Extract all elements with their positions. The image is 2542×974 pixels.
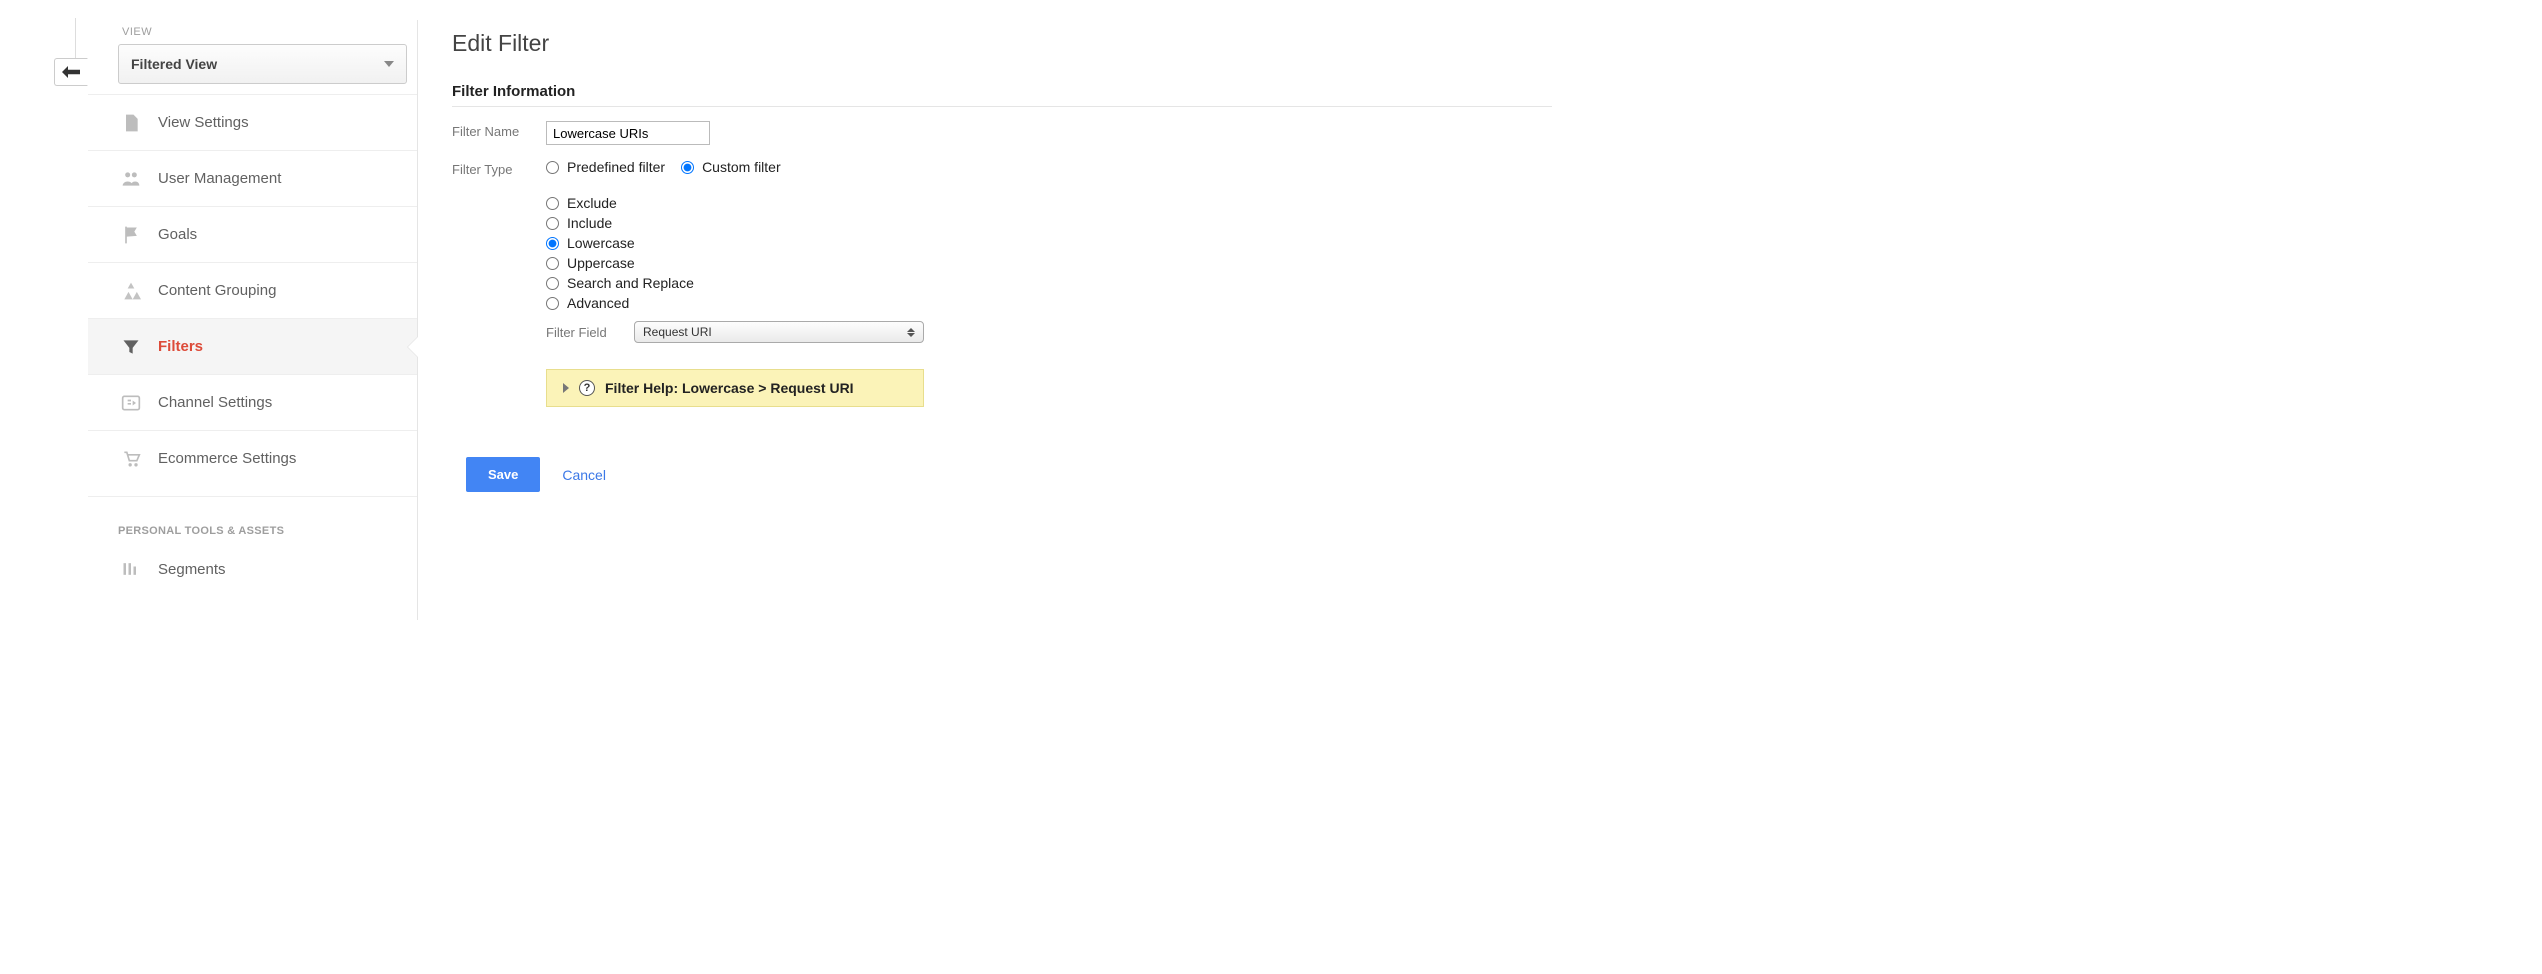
filter-field-label: Filter Field xyxy=(546,325,620,340)
radio-subtype-label: Search and Replace xyxy=(567,275,694,291)
sidebar: VIEW Filtered View View Settings User Ma… xyxy=(88,20,418,620)
view-heading: VIEW xyxy=(88,20,417,44)
filter-name-input[interactable] xyxy=(546,121,710,145)
cart-icon xyxy=(118,448,144,470)
view-selector[interactable]: Filtered View xyxy=(118,44,407,84)
filter-field-select[interactable]: Request URI xyxy=(634,321,924,343)
section-title: Filter Information xyxy=(452,83,1552,107)
sidebar-item-segments[interactable]: Segments xyxy=(88,541,417,597)
radio-subtype-input[interactable] xyxy=(546,217,559,230)
funnel-icon xyxy=(118,336,144,358)
chevron-down-icon xyxy=(384,61,394,67)
radio-subtype-include[interactable]: Include xyxy=(546,215,924,231)
grouping-icon xyxy=(118,280,144,302)
sidebar-item-content-grouping[interactable]: Content Grouping xyxy=(88,262,417,318)
radio-custom-label: Custom filter xyxy=(702,159,781,175)
sidebar-item-view-settings[interactable]: View Settings xyxy=(88,94,417,150)
decorative-connector xyxy=(75,18,76,58)
radio-subtype-input[interactable] xyxy=(546,297,559,310)
sidebar-item-filters[interactable]: Filters xyxy=(88,318,417,374)
radio-subtype-exclude[interactable]: Exclude xyxy=(546,195,924,211)
select-caret-icon xyxy=(907,328,915,337)
form-actions: Save Cancel xyxy=(466,457,2502,492)
radio-subtype-label: Advanced xyxy=(567,295,629,311)
filter-type-row: Filter Type Predefined filter Custom fil… xyxy=(452,159,1552,407)
radio-subtype-input[interactable] xyxy=(546,277,559,290)
disclosure-right-icon xyxy=(563,383,569,393)
sidebar-nav: View Settings User Management Goals Cont… xyxy=(88,94,417,597)
sidebar-item-label: Filters xyxy=(158,338,203,355)
sidebar-item-label: Segments xyxy=(158,561,226,578)
segments-icon xyxy=(118,558,144,580)
radio-subtype-advanced[interactable]: Advanced xyxy=(546,295,924,311)
radio-custom-input[interactable] xyxy=(681,161,694,174)
flag-icon xyxy=(118,224,144,246)
radio-custom[interactable]: Custom filter xyxy=(681,159,781,175)
radio-subtype-label: Lowercase xyxy=(567,235,635,251)
view-selector-label: Filtered View xyxy=(131,56,217,72)
sidebar-item-label: User Management xyxy=(158,170,281,187)
filter-name-row: Filter Name xyxy=(452,121,1552,145)
radio-subtype-lowercase[interactable]: Lowercase xyxy=(546,235,924,251)
radio-subtype-input[interactable] xyxy=(546,257,559,270)
sidebar-item-user-management[interactable]: User Management xyxy=(88,150,417,206)
radio-predefined-label: Predefined filter xyxy=(567,159,665,175)
sidebar-item-goals[interactable]: Goals xyxy=(88,206,417,262)
filter-field-value: Request URI xyxy=(643,325,712,339)
radio-subtype-label: Exclude xyxy=(567,195,617,211)
filter-help-text: Filter Help: Lowercase > Request URI xyxy=(605,380,854,396)
main-content: Edit Filter Filter Information Filter Na… xyxy=(418,20,2542,620)
sidebar-item-channel-settings[interactable]: Channel Settings xyxy=(88,374,417,430)
cancel-link[interactable]: Cancel xyxy=(562,467,606,483)
file-icon xyxy=(118,112,144,134)
radio-subtype-label: Include xyxy=(567,215,612,231)
sidebar-item-label: Content Grouping xyxy=(158,282,276,299)
subtype-group: Exclude Include Lowercase Uppercase Search a… xyxy=(546,195,924,311)
filter-field-row: Filter Field Request URI xyxy=(546,321,924,343)
radio-subtype-uppercase[interactable]: Uppercase xyxy=(546,255,924,271)
filter-help-box[interactable]: ? Filter Help: Lowercase > Request URI xyxy=(546,369,924,407)
channels-icon xyxy=(118,392,144,414)
radio-predefined-input[interactable] xyxy=(546,161,559,174)
radio-subtype-input[interactable] xyxy=(546,197,559,210)
sidebar-item-ecommerce-settings[interactable]: Ecommerce Settings xyxy=(88,430,417,486)
back-arrow-icon xyxy=(62,65,80,79)
users-icon xyxy=(118,168,144,190)
radio-subtype-label: Uppercase xyxy=(567,255,635,271)
sidebar-section-header: PERSONAL TOOLS & ASSETS xyxy=(88,496,417,541)
filter-name-label: Filter Name xyxy=(452,121,546,139)
radio-subtype-search-and-replace[interactable]: Search and Replace xyxy=(546,275,924,291)
filter-type-label: Filter Type xyxy=(452,159,546,177)
back-button[interactable] xyxy=(54,58,88,86)
help-icon: ? xyxy=(579,380,595,396)
sidebar-item-label: Channel Settings xyxy=(158,394,272,411)
sidebar-item-label: View Settings xyxy=(158,114,249,131)
sidebar-item-label: Ecommerce Settings xyxy=(158,450,296,467)
sidebar-item-label: Goals xyxy=(158,226,197,243)
radio-subtype-input[interactable] xyxy=(546,237,559,250)
page-title: Edit Filter xyxy=(452,30,2502,57)
radio-predefined[interactable]: Predefined filter xyxy=(546,159,665,175)
save-button[interactable]: Save xyxy=(466,457,540,492)
